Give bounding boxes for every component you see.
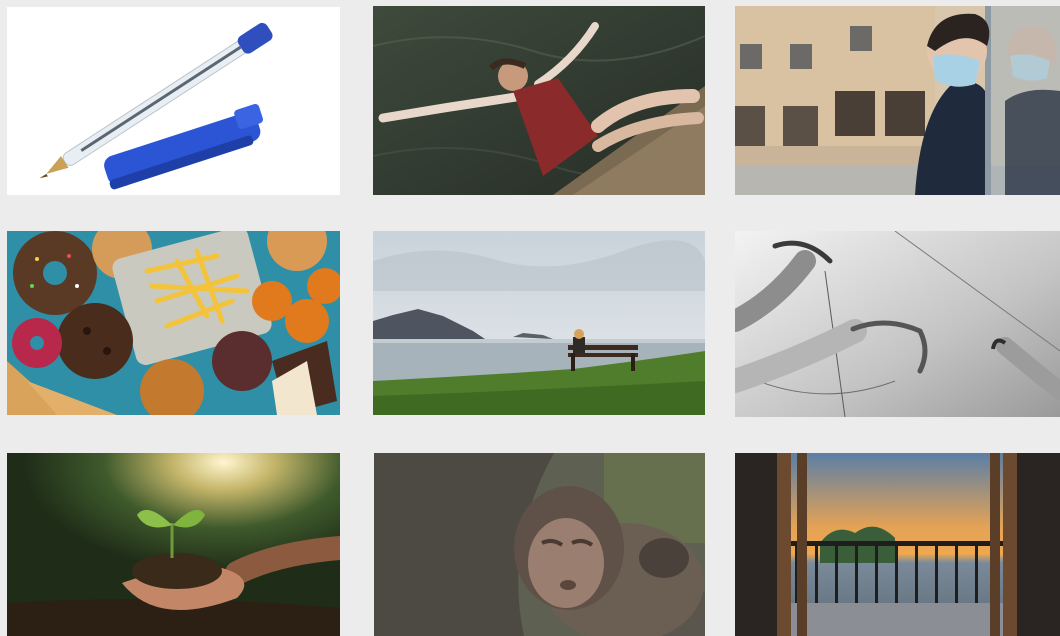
pen-photo — [7, 7, 340, 195]
gallery-tile-coastal-bench[interactable] — [373, 231, 705, 415]
floating-woman-photo — [373, 6, 705, 195]
sunset-balcony-photo — [735, 453, 1060, 636]
gallery-tile-baby-monkey[interactable] — [374, 453, 705, 636]
reaching-hands-photo — [735, 231, 1060, 417]
junk-food-photo — [7, 231, 340, 415]
gallery-tile-sunset-balcony[interactable] — [735, 453, 1060, 636]
image-grid — [0, 0, 1060, 636]
gallery-tile-junk-food[interactable] — [7, 231, 340, 415]
gallery-tile-masked-child[interactable] — [735, 6, 1060, 195]
gallery-tile-pen[interactable] — [7, 7, 340, 195]
gallery-tile-floating-woman[interactable] — [373, 6, 705, 195]
masked-child-window-photo — [735, 6, 1060, 195]
gallery-tile-reaching-hands[interactable] — [735, 231, 1060, 417]
seedling-hands-photo — [7, 453, 340, 636]
coastal-bench-photo — [373, 231, 705, 415]
baby-monkey-photo — [374, 453, 705, 636]
gallery-tile-seedling[interactable] — [7, 453, 340, 636]
